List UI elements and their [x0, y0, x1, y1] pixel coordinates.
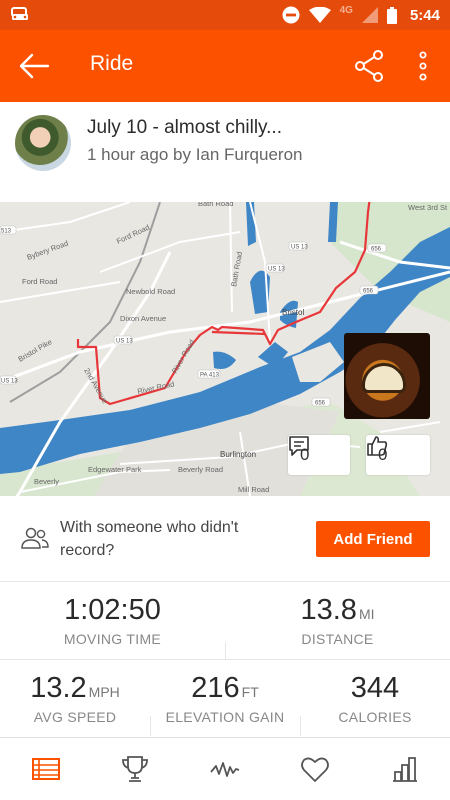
thumbs-up-icon: [367, 436, 388, 456]
car-icon: [11, 7, 28, 20]
stat-label: AVG SPEED: [33, 709, 117, 725]
battery-icon: [386, 6, 397, 24]
stat-label: ELEVATION GAIN: [165, 709, 285, 725]
map-label: US 13: [1, 379, 18, 385]
map-label: Edgewater Park: [88, 465, 142, 474]
analysis-icon[interactable]: [210, 754, 240, 784]
map-label: PA 413: [200, 373, 220, 379]
photo-helmet: [362, 363, 406, 393]
stat-value: 344: [350, 672, 400, 704]
comment-icon: [289, 436, 309, 456]
activity-header: July 10 - almost chilly... 1 hour ago by…: [0, 102, 450, 202]
stat-unit: FT: [241, 684, 259, 700]
athlete-avatar[interactable]: [15, 115, 71, 171]
stats-row-secondary: 13.2 MPH AVG SPEED 216 FT ELEVATION GAIN 3…: [0, 660, 450, 736]
with-someone-text: With someone who didn't record?: [60, 519, 239, 559]
stat-value: 216 FT: [191, 672, 259, 704]
stat-label: MOVING TIME: [63, 631, 162, 647]
stat-distance: 13.8 MI DISTANCE: [225, 582, 450, 659]
stat-moving-time: 1:02:50 MOVING TIME: [0, 582, 225, 659]
stat-label: DISTANCE: [301, 631, 374, 647]
add-friend-button[interactable]: Add Friend: [316, 521, 430, 557]
map-label: Mill Road: [238, 485, 269, 494]
stats-row-primary: 1:02:50 MOVING TIME 13.8 MI DISTANCE: [0, 582, 450, 660]
heart-icon[interactable]: [300, 754, 330, 784]
map-label: 656: [363, 289, 374, 295]
activity-subtitle: 1 hour ago by Ian Furqueron: [87, 145, 303, 164]
map-label: Dixon Avenue: [120, 314, 166, 323]
stat-unit: MI: [358, 606, 375, 622]
bar-chart-icon[interactable]: [390, 754, 420, 784]
clock: 5:44: [409, 6, 440, 24]
stat-value: 1:02:50: [64, 594, 161, 626]
app-bar: Ride: [0, 30, 450, 102]
map-label: 656: [315, 401, 326, 407]
stat-unit: MPH: [88, 684, 120, 700]
comments-button[interactable]: 0: [288, 435, 350, 475]
do-not-disturb-icon: [282, 6, 300, 24]
trophy-icon[interactable]: [120, 754, 150, 784]
stat-avg-speed: 13.2 MPH AVG SPEED: [0, 660, 150, 736]
with-someone-section: With someone who didn't record? Add Frie…: [0, 496, 450, 582]
map-label: Bristol Pike: [17, 337, 54, 364]
network-type: 4G: [339, 4, 353, 16]
signal-icon: [361, 7, 378, 23]
activity-title[interactable]: July 10 - almost chilly...: [87, 117, 282, 139]
stat-value: 13.8 MI: [300, 594, 375, 626]
stat-calories: 344 CALORIES: [300, 660, 450, 736]
map-label: US 13: [268, 267, 285, 273]
bottom-navigation: [0, 737, 450, 800]
stat-elevation-gain: 216 FT ELEVATION GAIN: [150, 660, 300, 736]
overview-icon[interactable]: [31, 754, 61, 784]
page-title: Ride: [90, 52, 134, 75]
map-label: West 3rd St: [408, 203, 448, 212]
map-label: Burlington: [220, 450, 256, 459]
activity-photo-thumbnail[interactable]: [344, 333, 430, 419]
map-label: Bristol: [282, 308, 304, 317]
more-vert-icon[interactable]: [414, 48, 432, 84]
people-icon: [21, 527, 49, 549]
map-label: River Road: [170, 338, 197, 375]
stat-value: 13.2 MPH: [30, 672, 120, 704]
map-label: US 13: [116, 339, 133, 345]
map-label: Newbold Road: [126, 287, 175, 296]
wifi-icon: [308, 7, 331, 23]
stat-label: CALORIES: [338, 709, 412, 725]
kudos-button[interactable]: 0: [366, 435, 430, 475]
share-icon[interactable]: [354, 50, 384, 82]
map-label: Bybery Road: [26, 239, 70, 262]
back-arrow-icon[interactable]: [18, 52, 50, 80]
map-label: 656: [371, 247, 382, 253]
map-label: 513: [1, 229, 12, 235]
map-label: US 13: [291, 245, 308, 251]
map-label: Bath Road: [198, 202, 233, 208]
map-label: Beverly Road: [178, 465, 223, 474]
map-label: Beverly: [34, 477, 59, 486]
map-label: Ford Road: [22, 277, 57, 286]
map-label: River Road: [137, 379, 176, 396]
status-bar: 4G 5:44: [0, 0, 450, 30]
route-map[interactable]: Bath Road Bybery Road Ford Road Ford Roa…: [0, 202, 450, 496]
